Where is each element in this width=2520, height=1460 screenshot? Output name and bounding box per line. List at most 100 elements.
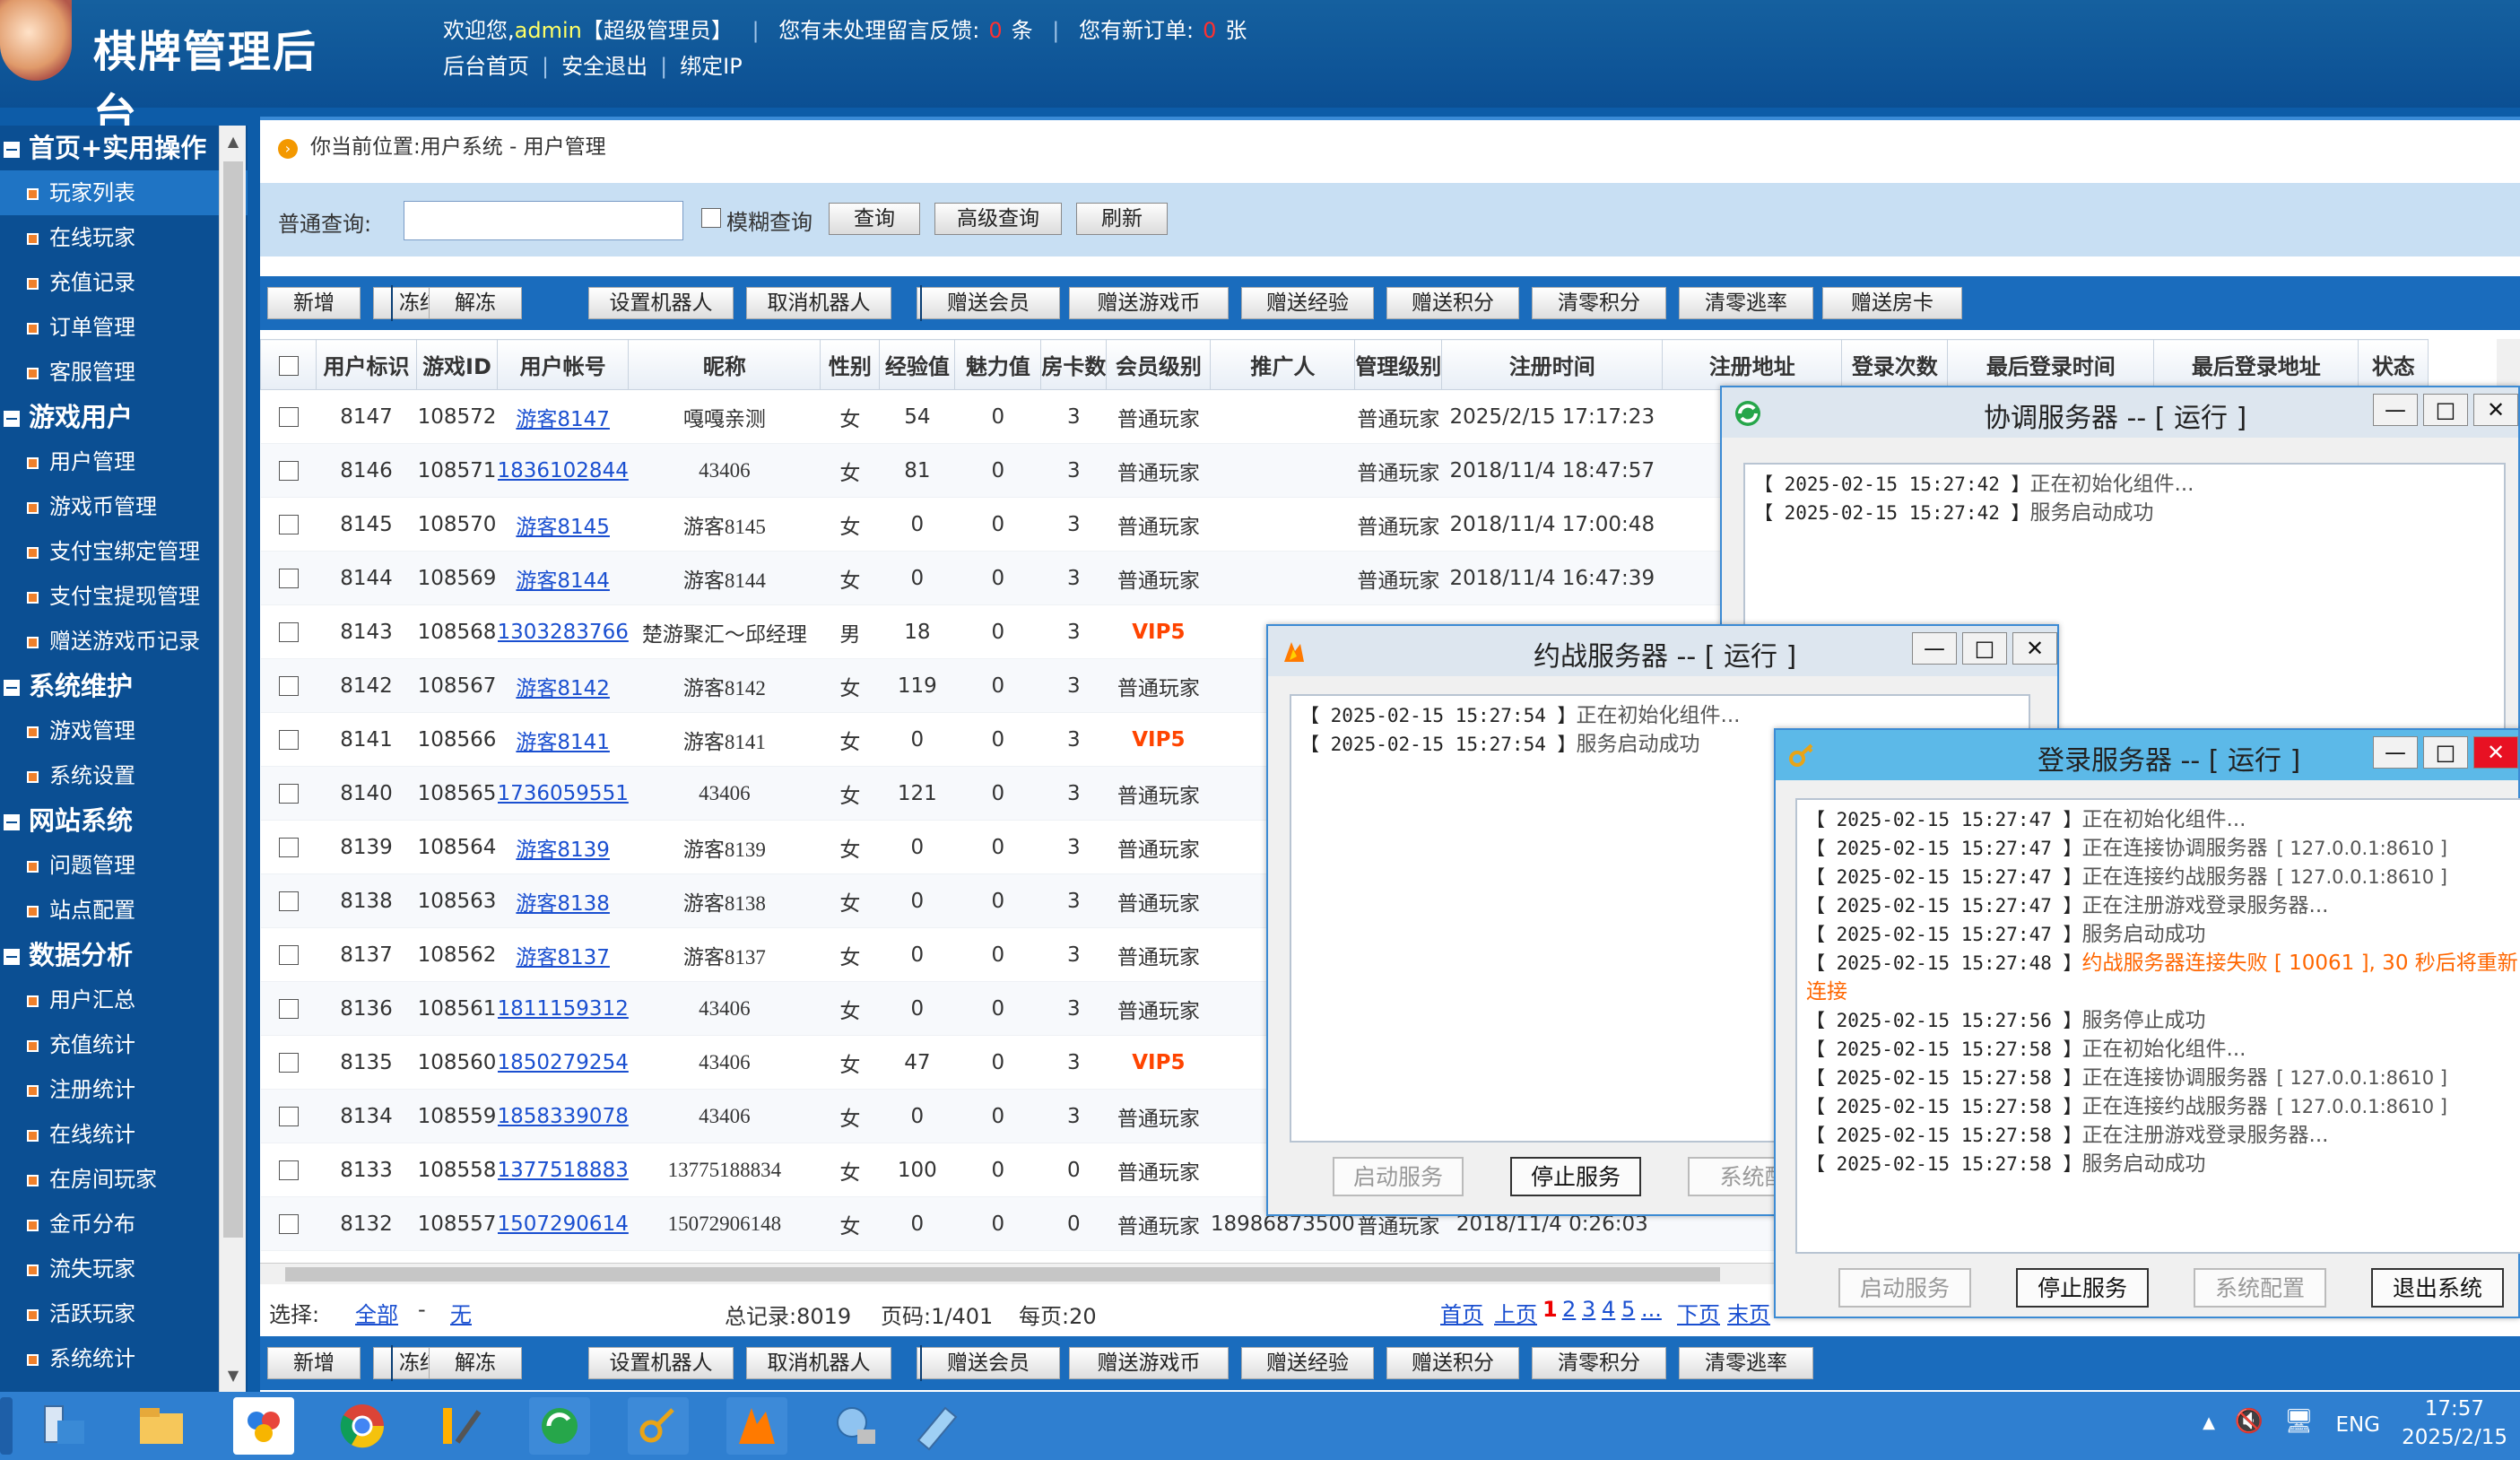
column-header[interactable]: 魅力值 (954, 339, 1042, 390)
sidebar-item[interactable]: 游戏币管理 (0, 484, 248, 529)
minimize-icon[interactable]: — (1912, 632, 1957, 665)
search-input[interactable] (404, 201, 683, 240)
table-cell[interactable]: 游客8138 (497, 873, 629, 928)
gift-member-button[interactable]: 赠送会员 (917, 287, 1060, 319)
column-header[interactable]: 状态 (2358, 339, 2429, 390)
column-header[interactable]: 推广人 (1210, 339, 1356, 390)
table-cell[interactable]: 1303283766 (497, 604, 629, 659)
sidebar-group[interactable]: 系统维护 (0, 664, 248, 708)
collapse-icon[interactable] (4, 411, 20, 427)
logout-link[interactable]: 安全退出 (561, 54, 647, 79)
user-account-link[interactable]: 1507290614 (498, 1212, 629, 1236)
user-account-link[interactable]: 游客8141 (516, 731, 610, 754)
user-account-link[interactable]: 1836102844 (498, 459, 629, 482)
gift-points-button[interactable]: 赠送积分 (1386, 1347, 1519, 1379)
scroll-down-icon[interactable]: ▼ (220, 1360, 247, 1392)
network-globe-icon[interactable] (825, 1397, 886, 1455)
gift-game-coin-button[interactable]: 赠送游戏币 (1069, 287, 1229, 319)
sidebar-item[interactable]: 金币分布 (0, 1202, 248, 1247)
row-checkbox[interactable] (278, 784, 299, 804)
sidebar-item[interactable]: 活跃玩家 (0, 1291, 248, 1336)
row-checkbox[interactable] (278, 569, 299, 588)
fuzzy-search-checkbox[interactable] (701, 208, 721, 228)
window-titlebar[interactable]: 约战服务器 -- [ 运行 ] — □ ✕ (1268, 626, 2057, 676)
clock-time[interactable]: 17:57 (2425, 1397, 2484, 1421)
baidu-netdisk-icon[interactable] (233, 1397, 294, 1455)
row-checkbox[interactable] (278, 622, 299, 642)
bind-ip-link[interactable]: 绑定IP (680, 54, 743, 79)
first-page-link[interactable]: 首页 (1440, 1297, 1483, 1328)
row-checkbox[interactable] (278, 461, 299, 481)
table-cell[interactable]: 游客8139 (497, 820, 629, 874)
gift-member-button[interactable]: 赠送会员 (917, 1347, 1060, 1379)
gift-exp-button[interactable]: 赠送经验 (1241, 287, 1374, 319)
sidebar-item[interactable]: 充值记录 (0, 260, 248, 305)
table-cell[interactable]: 游客8137 (497, 927, 629, 982)
unfreeze-button[interactable]: 解冻 (429, 1347, 522, 1379)
user-account-link[interactable]: 1303283766 (498, 621, 629, 644)
row-checkbox[interactable] (278, 945, 299, 965)
cancel-robot-button[interactable]: 取消机器人 (746, 1347, 891, 1379)
table-cell[interactable]: 游客8142 (497, 658, 629, 713)
collapse-icon[interactable] (4, 680, 20, 696)
feedback-count[interactable]: 0 (988, 18, 1002, 43)
row-checkbox[interactable] (278, 891, 299, 911)
sidebar-group[interactable]: 网站系统 (0, 798, 248, 843)
page-link-5[interactable]: 5 (1621, 1297, 1635, 1322)
user-account-link[interactable]: 游客8139 (516, 839, 610, 862)
server-manager-icon[interactable] (34, 1397, 95, 1455)
stop-service-button[interactable]: 停止服务 (1510, 1157, 1641, 1196)
window-titlebar[interactable]: 协调服务器 -- [ 运行 ] — □ ✕ (1722, 387, 2518, 438)
user-account-link[interactable]: 游客8142 (516, 677, 610, 700)
page-link-2[interactable]: 2 (1562, 1297, 1576, 1322)
home-link[interactable]: 后台首页 (443, 54, 529, 79)
sidebar-item[interactable]: 系统设置 (0, 753, 248, 798)
clear-points-button[interactable]: 清零积分 (1532, 1347, 1666, 1379)
sidebar-item[interactable]: 在线统计 (0, 1112, 248, 1157)
column-header[interactable]: 用户标识 (316, 339, 417, 390)
table-horizontal-scrollbar[interactable] (260, 1263, 1776, 1284)
query-button[interactable]: 查询 (829, 203, 920, 235)
exit-system-button[interactable]: 退出系统 (2371, 1268, 2504, 1308)
next-page-link[interactable]: 下页 (1677, 1297, 1720, 1328)
sidebar-item[interactable]: 用户管理 (0, 439, 248, 484)
user-account-link[interactable]: 1736059551 (498, 782, 629, 805)
sidebar-item[interactable]: 客服管理 (0, 350, 248, 395)
user-account-link[interactable]: 1850279254 (498, 1051, 629, 1074)
page-link-more[interactable]: ... (1641, 1297, 1662, 1322)
volume-muted-icon[interactable]: 🔇 (2235, 1408, 2264, 1435)
cancel-robot-button[interactable]: 取消机器人 (746, 287, 891, 319)
column-header[interactable]: 最后登录时间 (1947, 339, 2155, 390)
sidebar-item[interactable]: 流失玩家 (0, 1247, 248, 1291)
login-server-window[interactable]: 登录服务器 -- [ 运行 ] — □ ✕ 【 2025-02-15 15:27:4… (1774, 728, 2520, 1318)
refresh-button[interactable]: 刷新 (1076, 203, 1168, 235)
row-checkbox[interactable] (278, 730, 299, 750)
tools-icon[interactable] (430, 1397, 491, 1455)
clear-escape-rate-button[interactable]: 清零逃率 (1679, 287, 1813, 319)
sidebar-item[interactable]: 赠送游戏币记录 (0, 619, 248, 664)
user-account-link[interactable]: 游客8147 (516, 408, 610, 431)
user-account-link[interactable]: 游客8144 (516, 569, 610, 593)
row-checkbox[interactable] (278, 1107, 299, 1126)
sidebar-item[interactable]: 充值统计 (0, 1022, 248, 1067)
table-cell[interactable]: 1507290614 (497, 1196, 629, 1251)
key-icon[interactable] (628, 1397, 689, 1455)
user-account-link[interactable]: 游客8138 (516, 892, 610, 916)
gift-exp-button[interactable]: 赠送经验 (1241, 1347, 1374, 1379)
sidebar-item[interactable]: 支付宝绑定管理 (0, 529, 248, 574)
select-none-link[interactable]: 无 (450, 1297, 472, 1328)
row-checkbox[interactable] (278, 1160, 299, 1180)
gift-game-coin-button[interactable]: 赠送游戏币 (1069, 1347, 1229, 1379)
scrollbar-thumb[interactable] (223, 161, 243, 1238)
maximize-icon[interactable]: □ (2423, 736, 2468, 769)
page-link-4[interactable]: 4 (1602, 1297, 1615, 1322)
column-header[interactable]: 注册地址 (1662, 339, 1843, 390)
sidebar-item[interactable]: 游戏管理 (0, 708, 248, 753)
gift-points-button[interactable]: 赠送积分 (1386, 287, 1519, 319)
minimize-icon[interactable]: — (2373, 736, 2418, 769)
table-cell[interactable]: 1811159312 (497, 981, 629, 1036)
language-indicator[interactable]: ENG (2335, 1413, 2380, 1437)
user-account-link[interactable]: 1377518883 (498, 1159, 629, 1182)
close-icon[interactable]: ✕ (2473, 394, 2518, 426)
user-account-link[interactable]: 1858339078 (498, 1105, 629, 1128)
